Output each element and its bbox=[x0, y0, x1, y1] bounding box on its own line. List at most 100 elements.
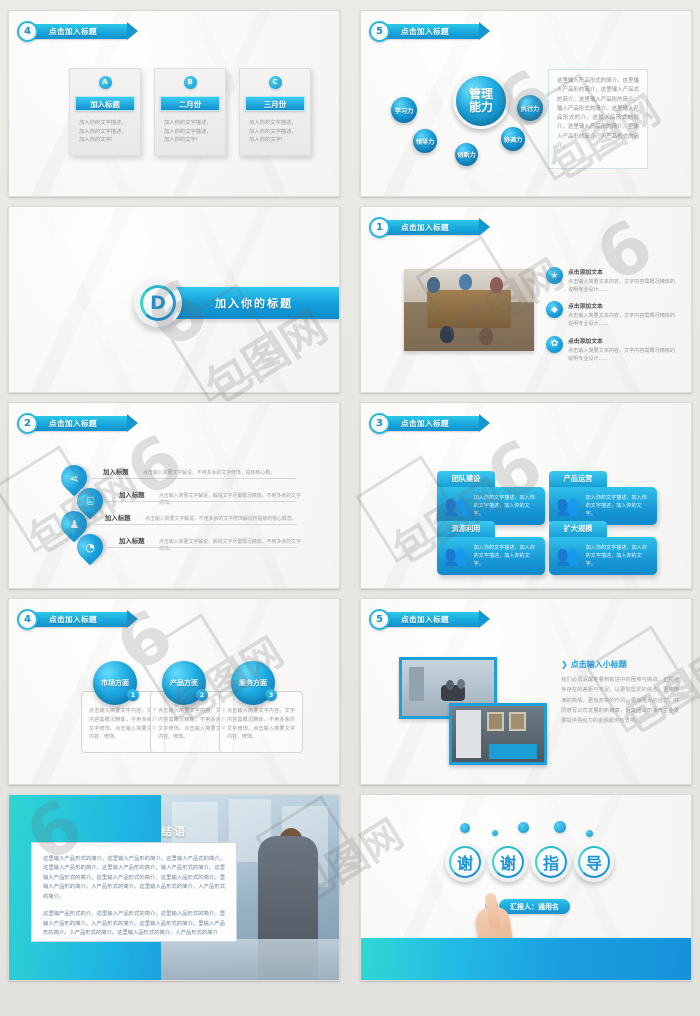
decorative-dots bbox=[456, 821, 616, 843]
card-title: 三月份 bbox=[245, 96, 305, 111]
card-description: 加入你的文字描述，加入你的文字描述，加入你的文字。 bbox=[473, 544, 535, 568]
item-title: 加入标题 bbox=[105, 514, 131, 522]
slide-thumbnail-5[interactable]: 2 点击加入标题 ⋖ 加入标题 点击输入简要文字解说，不用多余的文字修饰，提炼核… bbox=[8, 402, 340, 589]
satellite-circle[interactable]: 领导力 bbox=[413, 129, 437, 153]
header-banner: 3 点击加入标题 bbox=[369, 412, 490, 434]
satellite-circle[interactable]: 创新力 bbox=[455, 143, 478, 166]
slide-header: 4 点击加入标题 bbox=[17, 20, 138, 42]
header-title: 点击加入标题 bbox=[49, 614, 97, 624]
slide-thumbnail-7[interactable]: 4 点击加入标题 点击输入简要文字内容，文字内容需概况精炼，不用多余的文字修饰。… bbox=[8, 598, 340, 785]
item-description: 点击输入简要文本内容，文字内容需概况精炼的说明专业设计…… bbox=[568, 313, 675, 328]
thanks-char-bubble: 导 bbox=[574, 842, 614, 882]
list-item[interactable]: ✿ 点击添加文本 点击输入简要文本内容，文字内容需概况精炼的说明专业设计…… bbox=[546, 335, 676, 363]
header-title: 点击加入标题 bbox=[49, 418, 97, 428]
slide-header: 5 点击加入标题 bbox=[369, 20, 490, 42]
people-icon: 👥 bbox=[444, 494, 468, 517]
content-card[interactable]: C 三月份 加入你的文字描述，加入你的文字描述，加入你的文字! bbox=[239, 68, 311, 156]
card-description: 加入你的文字描述，加入你的文字描述，加入你的文字。 bbox=[473, 494, 535, 518]
conclusion-text-box: 这里输入产品形式的简介。这里输入产品形的简介。这里输入产品式的简介。这里输入产品… bbox=[31, 842, 237, 942]
content-card[interactable]: B 二月份 加入你的文字描述，加入你的文字描述，加入你的文字! bbox=[154, 68, 226, 156]
item-title: 点击添加文本 bbox=[568, 270, 603, 276]
slide-thumbnail-3[interactable]: 加入你的标题 D bbox=[8, 206, 340, 393]
card-title: 加入标题 bbox=[75, 96, 135, 111]
info-card[interactable]: 扩大规模 👥 加入你的文字描述，加入你的文字描述，加入你的文字。 bbox=[549, 521, 657, 575]
slide-number-badge: 2 bbox=[17, 412, 38, 434]
satellite-circle[interactable]: 学习力 bbox=[391, 97, 417, 123]
center-circle: 管理 能力 bbox=[453, 73, 509, 129]
text-column: ❯ 点击输入小标题 我们必须清醒地看到前进中的困难与挑战，正视自身存在的差距与不足… bbox=[561, 659, 679, 727]
slide-header: 4 点击加入标题 bbox=[17, 608, 138, 630]
slide-thumbnail-10[interactable]: 谢 谢 指 导 汇报人：通用名 bbox=[360, 794, 692, 981]
list-item[interactable]: ⌸ 加入标题 点击输入简要文字解说，解说文字尽量概况精炼，不用多余的文字修饰。 bbox=[61, 482, 301, 520]
thanks-char-bubble: 指 bbox=[531, 842, 571, 882]
info-card[interactable]: 资源利用 👥 加入你的文字描述，加入你的文字描述，加入你的文字。 bbox=[437, 521, 545, 575]
center-circle-line2: 能力 bbox=[468, 100, 493, 114]
satellite-circle[interactable]: 执行力 bbox=[517, 95, 543, 121]
slide-header: 2 点击加入标题 bbox=[17, 412, 138, 434]
chevron-right-icon: ❯ bbox=[561, 660, 568, 669]
presenter-tag: 汇报人：通用名 bbox=[499, 899, 570, 914]
slide-number-badge: 5 bbox=[369, 608, 390, 630]
slide-thumbnail-2[interactable]: 5 点击加入标题 管理 能力 学习力 执行力 领导力 创新力 协调力 这里输入产… bbox=[360, 10, 692, 197]
slide-header: 3 点击加入标题 bbox=[369, 412, 490, 434]
slide-header: 1 点击加入标题 bbox=[369, 216, 490, 238]
star-icon: ★ bbox=[546, 267, 563, 284]
diamond-icon: ◆ bbox=[546, 301, 563, 319]
header-banner: 4 点击加入标题 bbox=[17, 608, 138, 630]
header-banner: 2 点击加入标题 bbox=[17, 412, 138, 434]
magnifier-icon: ◔ bbox=[71, 528, 109, 566]
satellite-circle[interactable]: 协调力 bbox=[501, 127, 525, 151]
content-card[interactable]: A 加入标题 加入你的文字描述，加入你的文字描述，加入你的文字! bbox=[69, 68, 141, 156]
header-title: 点击加入标题 bbox=[401, 26, 449, 36]
office-photo-bottom bbox=[449, 703, 547, 765]
conclusion-title: 结语 bbox=[161, 825, 187, 838]
section-title-band: 加入你的标题 bbox=[159, 287, 339, 319]
people-icon: 👥 bbox=[556, 494, 580, 517]
header-banner: 5 点击加入标题 bbox=[369, 608, 490, 630]
list-item[interactable]: ⋖ 加入标题 点击输入简要文字解说，不用多余的文字修饰，提炼核心概。 bbox=[55, 459, 301, 497]
thanks-characters: 谢 谢 指 导 bbox=[445, 842, 614, 882]
header-title: 点击加入标题 bbox=[49, 26, 97, 36]
slide-thumbnail-1[interactable]: 4 点击加入标题 A 加入标题 加入你的文字描述，加入你的文字描述，加入你的文字… bbox=[8, 10, 340, 197]
info-card[interactable]: 团队建设 👥 加入你的文字描述，加入你的文字描述，加入你的文字。 bbox=[437, 471, 545, 525]
body-text: 我们必须清醒地看到前进中的困难与挑战，正视自身存在的差距与不足，以更加坚定的信念… bbox=[561, 677, 679, 725]
item-title: 加入标题 bbox=[119, 537, 145, 545]
header-banner: 1 点击加入标题 bbox=[369, 216, 490, 238]
list-item[interactable]: ◆ 点击添加文本 点击输入简要文本内容，文字内容需概况精炼的说明专业设计…… bbox=[546, 301, 676, 328]
info-card[interactable]: 产品运营 👥 加入你的文字描述，加入你的文字描述，加入你的文字。 bbox=[549, 471, 657, 525]
card-description: 加入你的文字描述，加入你的文字描述，加入你的文字。 bbox=[585, 494, 647, 518]
list-item[interactable]: ◔ 加入标题 点击输入简要文字解说，解说文字尽量概况精炼，不用多余的文字修饰。 bbox=[61, 528, 301, 566]
item-title: 点击添加文本 bbox=[568, 304, 603, 311]
item-description: 点击输入简要文字解说，不用多余的文字修饰，提炼核心概。 bbox=[143, 469, 276, 476]
item-title: 点击添加文本 bbox=[568, 338, 603, 345]
list-item[interactable]: ♟ 加入标题 点击输入简要文字解说，不用多余的文字修饰解说所提炼的核心概念。 bbox=[55, 505, 301, 543]
conclusion-paragraph: 这里输入产品形式的简介。这里输入产品形的简介。这里输入产品式的简介。这里输入产品… bbox=[43, 856, 225, 900]
card-description: 加入你的文字描述，加入你的文字描述，加入你的文字! bbox=[164, 120, 212, 144]
conclusion-paragraph: 这里输产品形式的介。这里输入产品形式的简介。这里输入品形式的简介。里输入产品形的… bbox=[43, 911, 225, 936]
slide-thumbnail-4[interactable]: 1 点击加入标题 ★ 点击添加文本 点击输入简要文本内容，文字内容需概况精炼的说… bbox=[360, 206, 692, 393]
card-description: 加入你的文字描述，加入你的文字描述，加入你的文字! bbox=[249, 120, 297, 144]
card-description: 加入你的文字描述，加入你的文字描述，加入你的文字。 bbox=[585, 544, 647, 568]
list-item[interactable]: ★ 点击添加文本 点击输入简要文本内容，文字内容需概况精炼的说明专业设计…… bbox=[546, 267, 676, 294]
header-title: 点击加入标题 bbox=[401, 222, 449, 232]
card-row: A 加入标题 加入你的文字描述，加入你的文字描述，加入你的文字! B 二月份 加… bbox=[69, 68, 311, 156]
slide-thumbnail-6[interactable]: 3 点击加入标题 团队建设 👥 加入你的文字描述，加入你的文字描述，加入你的文字… bbox=[360, 402, 692, 589]
card-tab-label: 扩大规模 bbox=[549, 521, 607, 537]
header-banner: 5 点击加入标题 bbox=[369, 20, 490, 42]
slide-header: 5 点击加入标题 bbox=[369, 608, 490, 630]
section-letter-circle: D bbox=[134, 279, 182, 327]
bottom-color-band bbox=[361, 938, 691, 980]
pin-list: ⋖ 加入标题 点击输入简要文字解说，不用多余的文字修饰，提炼核心概。 ⌸ 加入标… bbox=[55, 459, 301, 566]
thanks-char-bubble: 谢 bbox=[488, 842, 528, 882]
slide-number-badge: 4 bbox=[17, 608, 38, 630]
slide-thumbnail-8[interactable]: 5 点击加入标题 ❯ 点击输入小标题 我们必须清醒地看到前进中的困难与挑战，正视… bbox=[360, 598, 692, 785]
item-number: 1 bbox=[127, 689, 139, 701]
ppt-template-thumbnail-page: 4 点击加入标题 A 加入标题 加入你的文字描述，加入你的文字描述，加入你的文字… bbox=[0, 0, 700, 1016]
team-meeting-photo bbox=[404, 269, 534, 351]
slide-number-badge: 5 bbox=[369, 20, 390, 42]
slide-thumbnail-9[interactable]: 结语 这里输入产品形式的简介。这里输入产品形的简介。这里输入产品式的简介。这里输… bbox=[8, 794, 340, 981]
icon-text-list: ★ 点击添加文本 点击输入简要文本内容，文字内容需概况精炼的说明专业设计…… ◆… bbox=[546, 267, 676, 370]
item-title: 加入标题 bbox=[119, 491, 145, 499]
item-number: 3 bbox=[265, 689, 277, 701]
header-banner: 4 点击加入标题 bbox=[17, 20, 138, 42]
